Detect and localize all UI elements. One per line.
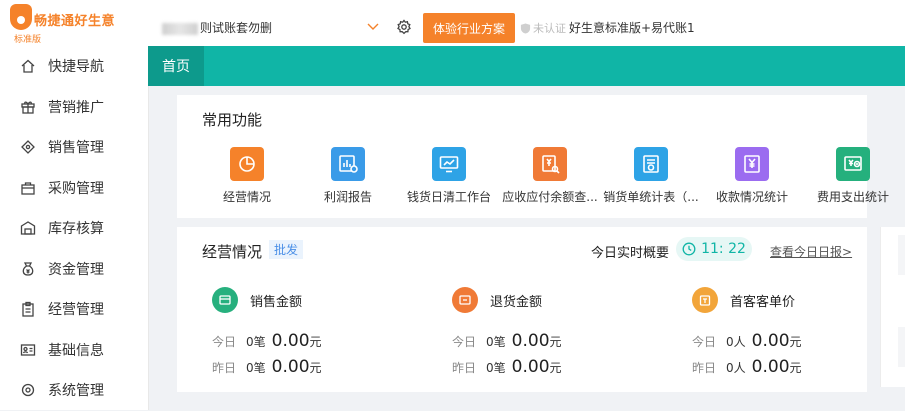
current-time: 11: 22 — [676, 237, 752, 261]
yen-document-icon — [735, 147, 769, 181]
func-label: 利润报告 — [323, 190, 372, 204]
account-selector[interactable]: 则试账套勿删 — [162, 19, 272, 36]
realtime-summary-label: 今日实时概要 — [591, 246, 670, 261]
sidebar-item-label: 销售管理 — [48, 140, 104, 157]
sales-icon — [212, 287, 238, 313]
sidebar-item-system[interactable]: 系统管理 — [0, 370, 148, 411]
view-daily-report-link[interactable]: 查看今日日报> — [770, 243, 852, 260]
system-icon — [20, 382, 36, 398]
cert-status-label: 未认证 — [533, 22, 566, 35]
logo-mark-icon — [10, 4, 32, 30]
money-bag-icon — [20, 261, 36, 277]
metric-label: 首客客单价 — [730, 295, 796, 310]
sidebar-item-label: 资金管理 — [48, 261, 104, 278]
metric-row-today: 今日 0笔 0.00元 — [212, 331, 322, 351]
monitor-chart-icon — [432, 147, 466, 181]
metric-label: 销售金额 — [250, 295, 303, 310]
bag-icon — [20, 180, 36, 196]
func-label: 费用支出统计 — [816, 190, 889, 204]
sidebar-item-label: 营销推广 — [48, 99, 104, 116]
brand-logo[interactable]: 畅捷通好生意 标准版 — [0, 0, 148, 46]
metric-row-yesterday: 昨日 0笔 0.00元 — [452, 357, 562, 377]
func-sales-statistics[interactable]: 销货单统计表（... — [603, 147, 699, 205]
sidebar-item-operations[interactable]: 经营管理 — [0, 289, 148, 330]
func-profit-report[interactable]: 利润报告 — [300, 147, 396, 205]
home-icon — [20, 58, 36, 74]
trial-industry-button[interactable]: 体验行业方案 — [423, 13, 515, 43]
section-title: 常用功能 — [202, 111, 263, 129]
shield-icon — [520, 22, 531, 34]
metric-label: 退货金额 — [490, 295, 543, 310]
metric-row-today: 今日 0人 0.00元 — [692, 331, 802, 351]
bar-chart-icon — [331, 147, 365, 181]
business-overview-card: 经营情况 批发 今日实时概要 11: 22 查看今日日报> 销售金额 今日 0笔 0… — [177, 227, 867, 392]
panel-strip — [898, 235, 905, 275]
func-label: 经营情况 — [222, 190, 271, 204]
common-functions-card: 常用功能 经营情况 利润报告 钱货日清工作台 应收应付余额查... 销货单统计表… — [177, 95, 889, 218]
section-title: 经营情况 — [202, 243, 263, 261]
sidebar-item-label: 采购管理 — [48, 180, 104, 197]
certification-status[interactable]: 未认证 — [520, 20, 566, 36]
sidebar-item-label: 经营管理 — [48, 302, 104, 319]
business-type-badge[interactable]: 批发 — [269, 240, 304, 259]
gift-icon — [20, 99, 36, 115]
func-label: 销货单统计表（... — [603, 190, 699, 204]
customer-icon — [692, 287, 718, 313]
gear-icon[interactable] — [396, 19, 412, 39]
func-daily-workbench[interactable]: 钱货日清工作台 — [401, 147, 497, 205]
yen-search-icon — [533, 147, 567, 181]
tab-bar: 首页 — [148, 46, 905, 86]
clock-icon — [682, 242, 696, 256]
metric-row-yesterday: 昨日 0人 0.00元 — [692, 357, 802, 377]
warehouse-icon — [20, 220, 36, 236]
sidebar: 畅捷通好生意 标准版 快捷导航 营销推广 销售管理 采购管理 库存核算 资金管理… — [0, 0, 149, 410]
masked-text — [162, 22, 198, 35]
sidebar-item-marketing[interactable]: 营销推广 — [0, 87, 148, 128]
metric-row-today: 今日 0笔 0.00元 — [452, 331, 562, 351]
func-label: 收款情况统计 — [715, 190, 788, 204]
time-value: 11: 22 — [701, 241, 746, 257]
clipboard-icon — [20, 301, 36, 317]
sidebar-item-label: 快捷导航 — [48, 59, 104, 76]
id-card-icon — [20, 342, 36, 358]
right-side-panel — [880, 227, 905, 387]
func-label: 应收应付余额查... — [502, 190, 598, 204]
func-collection-statistics[interactable]: 收款情况统计 — [704, 147, 800, 205]
return-icon — [452, 287, 478, 313]
brand-edition: 标准版 — [14, 35, 42, 45]
sidebar-item-sales[interactable]: 销售管理 — [0, 127, 148, 168]
tag-icon — [20, 139, 36, 155]
panel-strip — [898, 327, 905, 367]
yen-minus-icon — [836, 147, 870, 181]
brand-name: 畅捷通好生意 — [34, 14, 116, 29]
sidebar-item-label: 基础信息 — [48, 342, 104, 359]
sidebar-item-purchase[interactable]: 采购管理 — [0, 168, 148, 209]
sidebar-item-funds[interactable]: 资金管理 — [0, 249, 148, 290]
document-icon — [634, 147, 668, 181]
func-business-overview[interactable]: 经营情况 — [199, 147, 295, 205]
sidebar-item-inventory[interactable]: 库存核算 — [0, 208, 148, 249]
sidebar-item-quick-nav[interactable]: 快捷导航 — [0, 46, 148, 87]
edition-label: 好生意标准版+易代账1 — [569, 21, 695, 35]
func-label: 钱货日清工作台 — [406, 190, 491, 204]
sidebar-item-basic-info[interactable]: 基础信息 — [0, 330, 148, 371]
func-expense-statistics[interactable]: 费用支出统计 — [805, 147, 901, 205]
chevron-down-icon[interactable] — [367, 20, 379, 35]
metric-row-yesterday: 昨日 0笔 0.00元 — [212, 357, 322, 377]
tab-home[interactable]: 首页 — [148, 46, 204, 86]
func-receivable-payable[interactable]: 应收应付余额查... — [502, 147, 598, 205]
sidebar-item-label: 系统管理 — [48, 383, 104, 400]
pie-chart-icon — [230, 147, 264, 181]
sidebar-item-label: 库存核算 — [48, 221, 104, 238]
account-name: 则试账套勿删 — [200, 21, 273, 35]
